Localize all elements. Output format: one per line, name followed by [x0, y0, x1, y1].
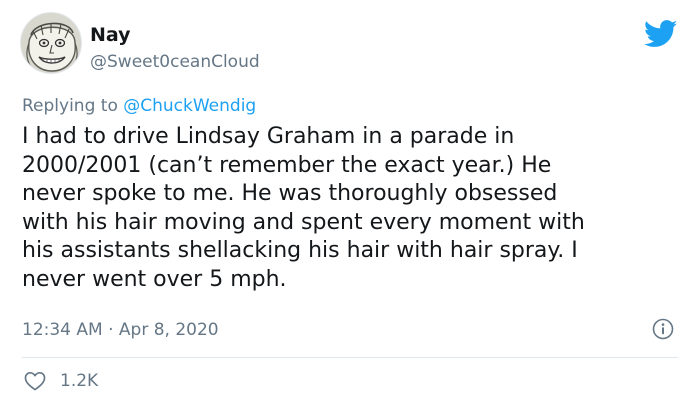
reply-mention-link[interactable]: @ChuckWendig: [123, 96, 256, 116]
reply-prefix: Replying to: [22, 96, 118, 116]
tweet-text: I had to drive Lindsay Graham in a parad…: [22, 124, 585, 292]
info-icon[interactable]: [652, 318, 674, 340]
user-handle[interactable]: @Sweet0ceanCloud: [90, 52, 260, 72]
divider: [22, 357, 678, 358]
reply-context: Replying to @ChuckWendig: [22, 95, 256, 117]
like-button[interactable]: 1.2K: [24, 371, 98, 391]
twitter-bird-icon[interactable]: [644, 20, 678, 48]
avatar-image: [21, 13, 81, 73]
tweet-timestamp[interactable]: 12:34 AM · Apr 8, 2020: [22, 319, 219, 341]
avatar[interactable]: [20, 12, 82, 74]
like-count: 1.2K: [60, 371, 99, 391]
display-name[interactable]: Nay: [90, 24, 131, 46]
heart-icon: [24, 372, 46, 391]
